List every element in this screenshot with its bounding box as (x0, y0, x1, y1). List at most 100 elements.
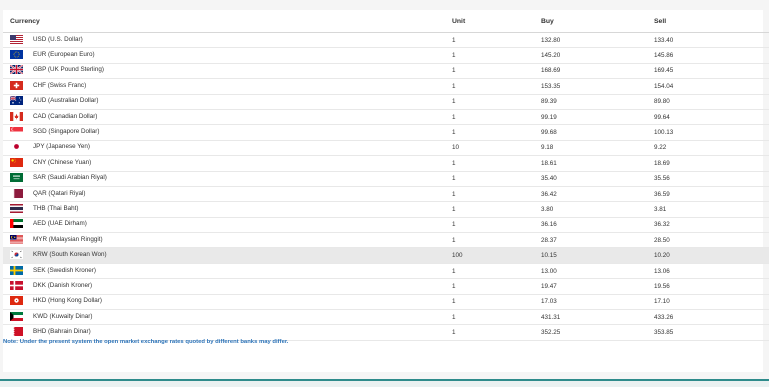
currency-cell: JPY (Japanese Yen) (3, 140, 452, 157)
dk-flag-icon (10, 280, 23, 290)
unit-cell: 10 (452, 140, 541, 157)
currency-cell: MYR (Malaysian Ringgit) (3, 232, 452, 249)
table-row: CHF (Swiss Franc) 1 153.35 154.04 (3, 78, 769, 95)
currency-cell: AUD (Australian Dollar) (3, 94, 452, 110)
unit-cell: 1 (452, 94, 541, 110)
us-flag-icon (10, 34, 23, 44)
currency-name: QAR (Qatari Riyal) (33, 189, 86, 197)
sell-rate-cell: 169.45 (654, 63, 769, 80)
table-header-row: Currency Unit Buy Sell (3, 10, 769, 33)
unit-cell: 1 (452, 263, 541, 280)
buy-rate-cell: 36.16 (541, 217, 654, 234)
sell-rate-cell: 10.20 (654, 247, 769, 264)
currency-label-group: KWD (Kuwaity Dinar) (3, 311, 92, 321)
sell-rate-cell: 89.80 (654, 94, 769, 110)
currency-label-group: KRW (South Korean Won) (3, 250, 107, 260)
currency-name: CAD (Canadian Dollar) (33, 112, 98, 120)
gb-flag-icon (10, 65, 23, 75)
currency-cell: KRW (South Korean Won) (3, 247, 452, 264)
unit-cell: 1 (452, 278, 541, 295)
currency-label-group: AUD (Australian Dollar) (3, 96, 98, 106)
currency-name: BHD (Bahrain Dinar) (33, 328, 91, 336)
currency-column-header: Currency (3, 10, 452, 33)
unit-cell: 1 (452, 294, 541, 311)
buy-column-header: Buy (541, 10, 654, 33)
currency-cell: AED (UAE Dirham) (3, 217, 452, 234)
table-row: GBP (UK Pound Sterling) 1 168.69 169.45 (3, 63, 769, 80)
kw-flag-icon (10, 311, 23, 321)
sell-rate-cell: 133.40 (654, 32, 769, 49)
currency-label-group: QAR (Qatari Riyal) (3, 188, 86, 198)
unit-cell: 1 (452, 217, 541, 234)
unit-cell: 1 (452, 32, 541, 49)
currency-name: MYR (Malaysian Ringgit) (33, 235, 103, 243)
unit-cell: 100 (452, 247, 541, 264)
buy-rate-cell: 3.80 (541, 201, 654, 218)
currency-cell: QAR (Qatari Riyal) (3, 186, 452, 203)
currency-name: USD (U.S. Dollar) (33, 35, 83, 43)
sell-rate-cell: 36.32 (654, 217, 769, 234)
currency-name: KRW (South Korean Won) (33, 251, 107, 259)
currency-label-group: SAR (Saudi Arabian Riyal) (3, 173, 107, 183)
footer-bar (0, 381, 769, 387)
table-row: AUD (Australian Dollar) 1 89.39 89.80 (3, 94, 769, 110)
currency-name: SEK (Swedish Kroner) (33, 266, 96, 274)
currency-label-group: JPY (Japanese Yen) (3, 142, 90, 152)
eu-flag-icon (10, 50, 23, 60)
sell-rate-cell: 433.26 (654, 309, 769, 326)
table-body: USD (U.S. Dollar) 1 132.80 133.40 EUR (Europ… (3, 32, 769, 341)
table-row: DKK (Danish Kroner) 1 19.47 19.56 (3, 278, 769, 295)
currency-cell: HKD (Hong Kong Dollar) (3, 294, 452, 311)
bh-flag-icon (10, 327, 23, 337)
ae-flag-icon (10, 219, 23, 229)
unit-cell: 1 (452, 47, 541, 64)
currency-cell: KWD (Kuwaity Dinar) (3, 309, 452, 326)
sell-rate-cell: 17.10 (654, 294, 769, 311)
buy-rate-cell: 145.20 (541, 47, 654, 64)
currency-cell: DKK (Danish Kroner) (3, 278, 452, 295)
currency-label-group: DKK (Danish Kroner) (3, 280, 93, 290)
currency-name: DKK (Danish Kroner) (33, 281, 93, 289)
currency-cell: CHF (Swiss Franc) (3, 78, 452, 95)
currency-label-group: SEK (Swedish Kroner) (3, 265, 96, 275)
table-row: SEK (Swedish Kroner) 1 13.00 13.06 (3, 263, 769, 280)
unit-cell: 1 (452, 186, 541, 203)
currency-cell: CNY (Chinese Yuan) (3, 155, 452, 172)
currency-cell: BHD (Bahrain Dinar) (3, 324, 452, 341)
currency-name: JPY (Japanese Yen) (33, 143, 90, 151)
currency-label-group: SGD (Singapore Dollar) (3, 127, 100, 137)
table-row: SAR (Saudi Arabian Riyal) 1 35.40 35.56 (3, 171, 769, 187)
sell-rate-cell: 18.69 (654, 155, 769, 172)
currency-name: SGD (Singapore Dollar) (33, 128, 100, 136)
unit-cell: 1 (452, 109, 541, 126)
currency-label-group: MYR (Malaysian Ringgit) (3, 234, 103, 244)
buy-rate-cell: 99.19 (541, 109, 654, 126)
th-flag-icon (10, 203, 23, 213)
sa-flag-icon (10, 173, 23, 183)
currency-label-group: USD (U.S. Dollar) (3, 34, 83, 44)
ch-flag-icon (10, 80, 23, 90)
my-flag-icon (10, 234, 23, 244)
buy-rate-cell: 99.68 (541, 124, 654, 141)
table-row: CAD (Canadian Dollar) 1 99.19 99.64 (3, 109, 769, 126)
se-flag-icon (10, 265, 23, 275)
buy-rate-cell: 35.40 (541, 171, 654, 187)
buy-rate-cell: 9.18 (541, 140, 654, 157)
table-row: EUR (European Euro) 1 145.20 145.86 (3, 47, 769, 64)
currency-cell: THB (Thai Baht) (3, 201, 452, 218)
sg-flag-icon (10, 127, 23, 137)
sell-rate-cell: 100.13 (654, 124, 769, 141)
unit-column-header: Unit (452, 10, 541, 33)
unit-cell: 1 (452, 78, 541, 95)
currency-name: AED (UAE Dirham) (33, 220, 87, 228)
cn-flag-icon (10, 157, 23, 167)
currency-label-group: AED (UAE Dirham) (3, 219, 87, 229)
currency-cell: CAD (Canadian Dollar) (3, 109, 452, 126)
currency-label-group: EUR (European Euro) (3, 50, 95, 60)
hk-flag-icon (10, 296, 23, 306)
sell-rate-cell: 154.04 (654, 78, 769, 95)
buy-rate-cell: 352.25 (541, 324, 654, 341)
sell-rate-cell: 99.64 (654, 109, 769, 126)
sell-rate-cell: 36.59 (654, 186, 769, 203)
unit-cell: 1 (452, 63, 541, 80)
